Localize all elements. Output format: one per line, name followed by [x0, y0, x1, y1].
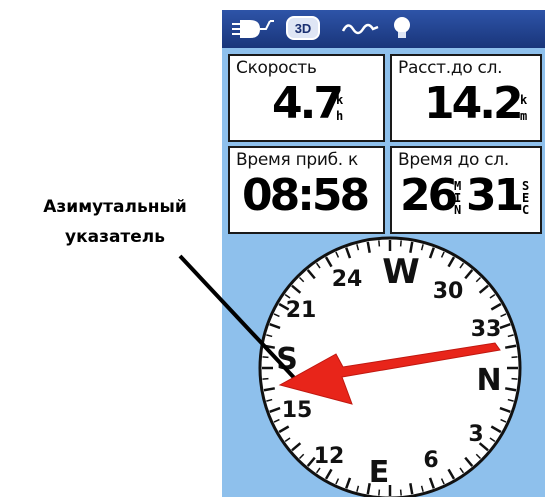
tick-24: 24 [332, 267, 363, 292]
compass-tick-mark [378, 240, 381, 247]
tick-3: 3 [468, 422, 483, 447]
tick-33: 33 [471, 317, 502, 342]
compass-tick-mark [511, 377, 518, 380]
compass-tick-mark [399, 489, 402, 496]
tick-15: 15 [282, 398, 313, 423]
compass-tick-mark [399, 240, 402, 247]
compass-tick-mark [262, 377, 269, 380]
tick-12: 12 [314, 444, 345, 469]
compass-tick-mark [378, 489, 381, 496]
compass-tick-mark [262, 356, 269, 359]
tick-30: 30 [433, 279, 464, 304]
compass-tick-mark [511, 356, 518, 359]
cardinal-east: E [369, 455, 390, 490]
tick-6: 6 [423, 448, 438, 473]
tick-21: 21 [286, 298, 317, 323]
compass-overlay: W N E S 24 30 33 21 15 3 12 6 [178, 236, 522, 497]
cardinal-north: N [476, 363, 501, 398]
cardinal-west: W [382, 252, 420, 292]
